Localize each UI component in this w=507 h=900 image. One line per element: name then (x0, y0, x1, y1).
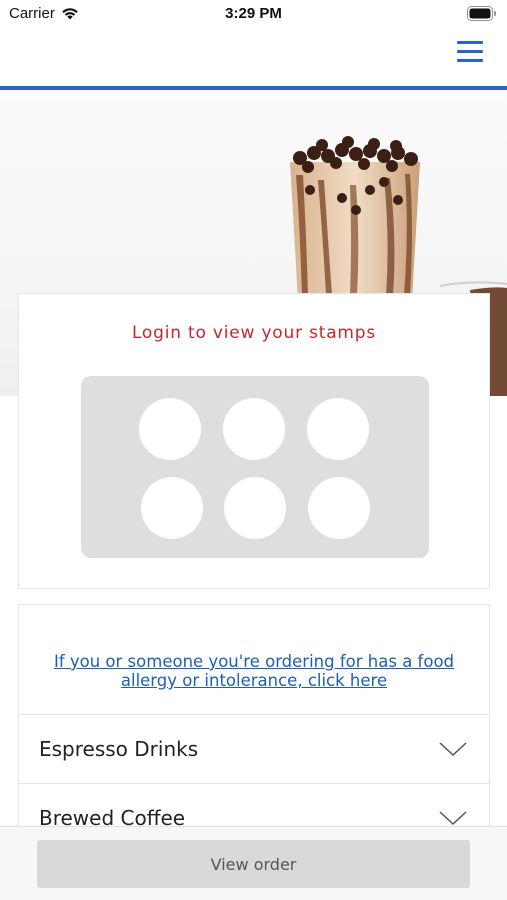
chevron-down-icon (439, 811, 467, 826)
stamp-login-prompt[interactable]: Login to view your stamps (19, 323, 489, 343)
stamp-slot (308, 477, 370, 539)
category-label: Espresso Drinks (39, 737, 199, 761)
status-time: 3:29 PM (225, 5, 282, 22)
bottom-bar: View order (0, 826, 507, 900)
chevron-down-icon (439, 742, 467, 757)
nav-bar (0, 28, 507, 86)
battery-icon (467, 6, 496, 21)
stamp-slot (307, 398, 369, 460)
allergy-info-link[interactable]: If you or someone you're ordering for ha… (29, 652, 479, 690)
view-order-button[interactable]: View order (37, 840, 470, 888)
stamp-slot (141, 477, 203, 539)
stamp-card: Login to view your stamps (18, 293, 490, 589)
stamp-slot (139, 398, 201, 460)
stamp-panel (81, 376, 429, 558)
stamp-slot (224, 477, 286, 539)
status-bar: Carrier 3:29 PM (0, 0, 507, 28)
stamp-slot (223, 398, 285, 460)
hamburger-menu-icon[interactable] (455, 38, 485, 66)
category-row-espresso-drinks[interactable]: Espresso Drinks (19, 714, 489, 784)
